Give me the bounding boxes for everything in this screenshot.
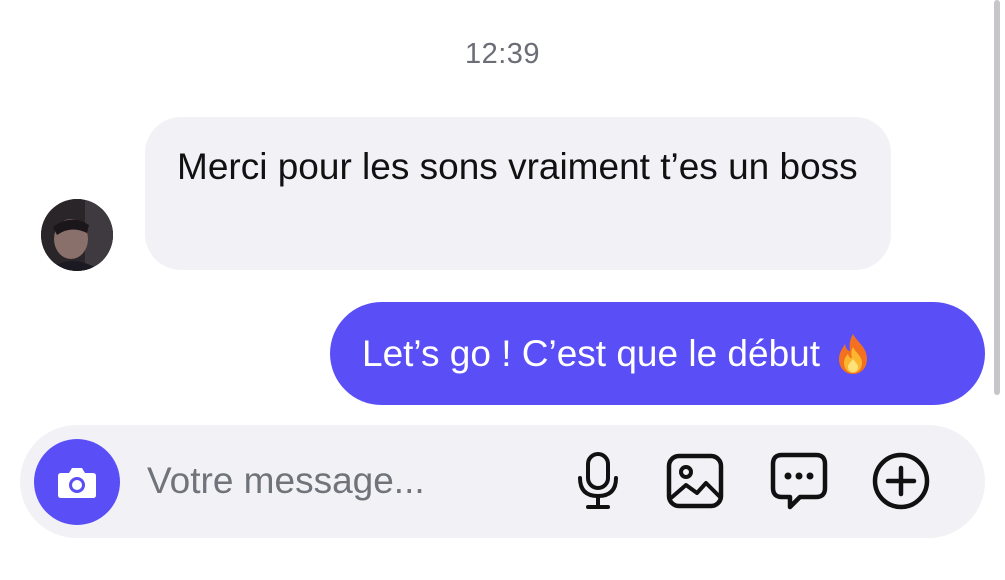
plus-circle-icon: [872, 452, 930, 510]
chat-screen: 12:39 Merci pour les sons vraiment t’es …: [0, 0, 1005, 580]
incoming-message-text: Merci pour les sons vraiment t’es un bos…: [177, 146, 858, 187]
microphone-icon: [578, 452, 618, 509]
microphone-button[interactable]: [568, 451, 628, 511]
message-composer: [20, 425, 985, 538]
camera-button[interactable]: [34, 439, 120, 525]
camera-icon: [58, 468, 96, 498]
fire-emoji-icon: [834, 333, 872, 375]
chat-bubble-icon: [770, 452, 828, 510]
incoming-message-bubble[interactable]: Merci pour les sons vraiment t’es un bos…: [145, 117, 891, 270]
scrollbar[interactable]: [994, 0, 1000, 395]
image-icon: [666, 453, 724, 509]
gallery-button[interactable]: [665, 451, 725, 511]
message-options-button[interactable]: [769, 451, 829, 511]
avatar-photo: [41, 199, 113, 271]
add-button[interactable]: [871, 451, 931, 511]
message-input[interactable]: [147, 453, 547, 509]
avatar[interactable]: [41, 199, 113, 271]
outgoing-message-bubble[interactable]: Let’s go ! C’est que le début: [330, 302, 985, 405]
message-timestamp: 12:39: [464, 38, 541, 70]
outgoing-message-text: Let’s go ! C’est que le début: [362, 332, 821, 374]
